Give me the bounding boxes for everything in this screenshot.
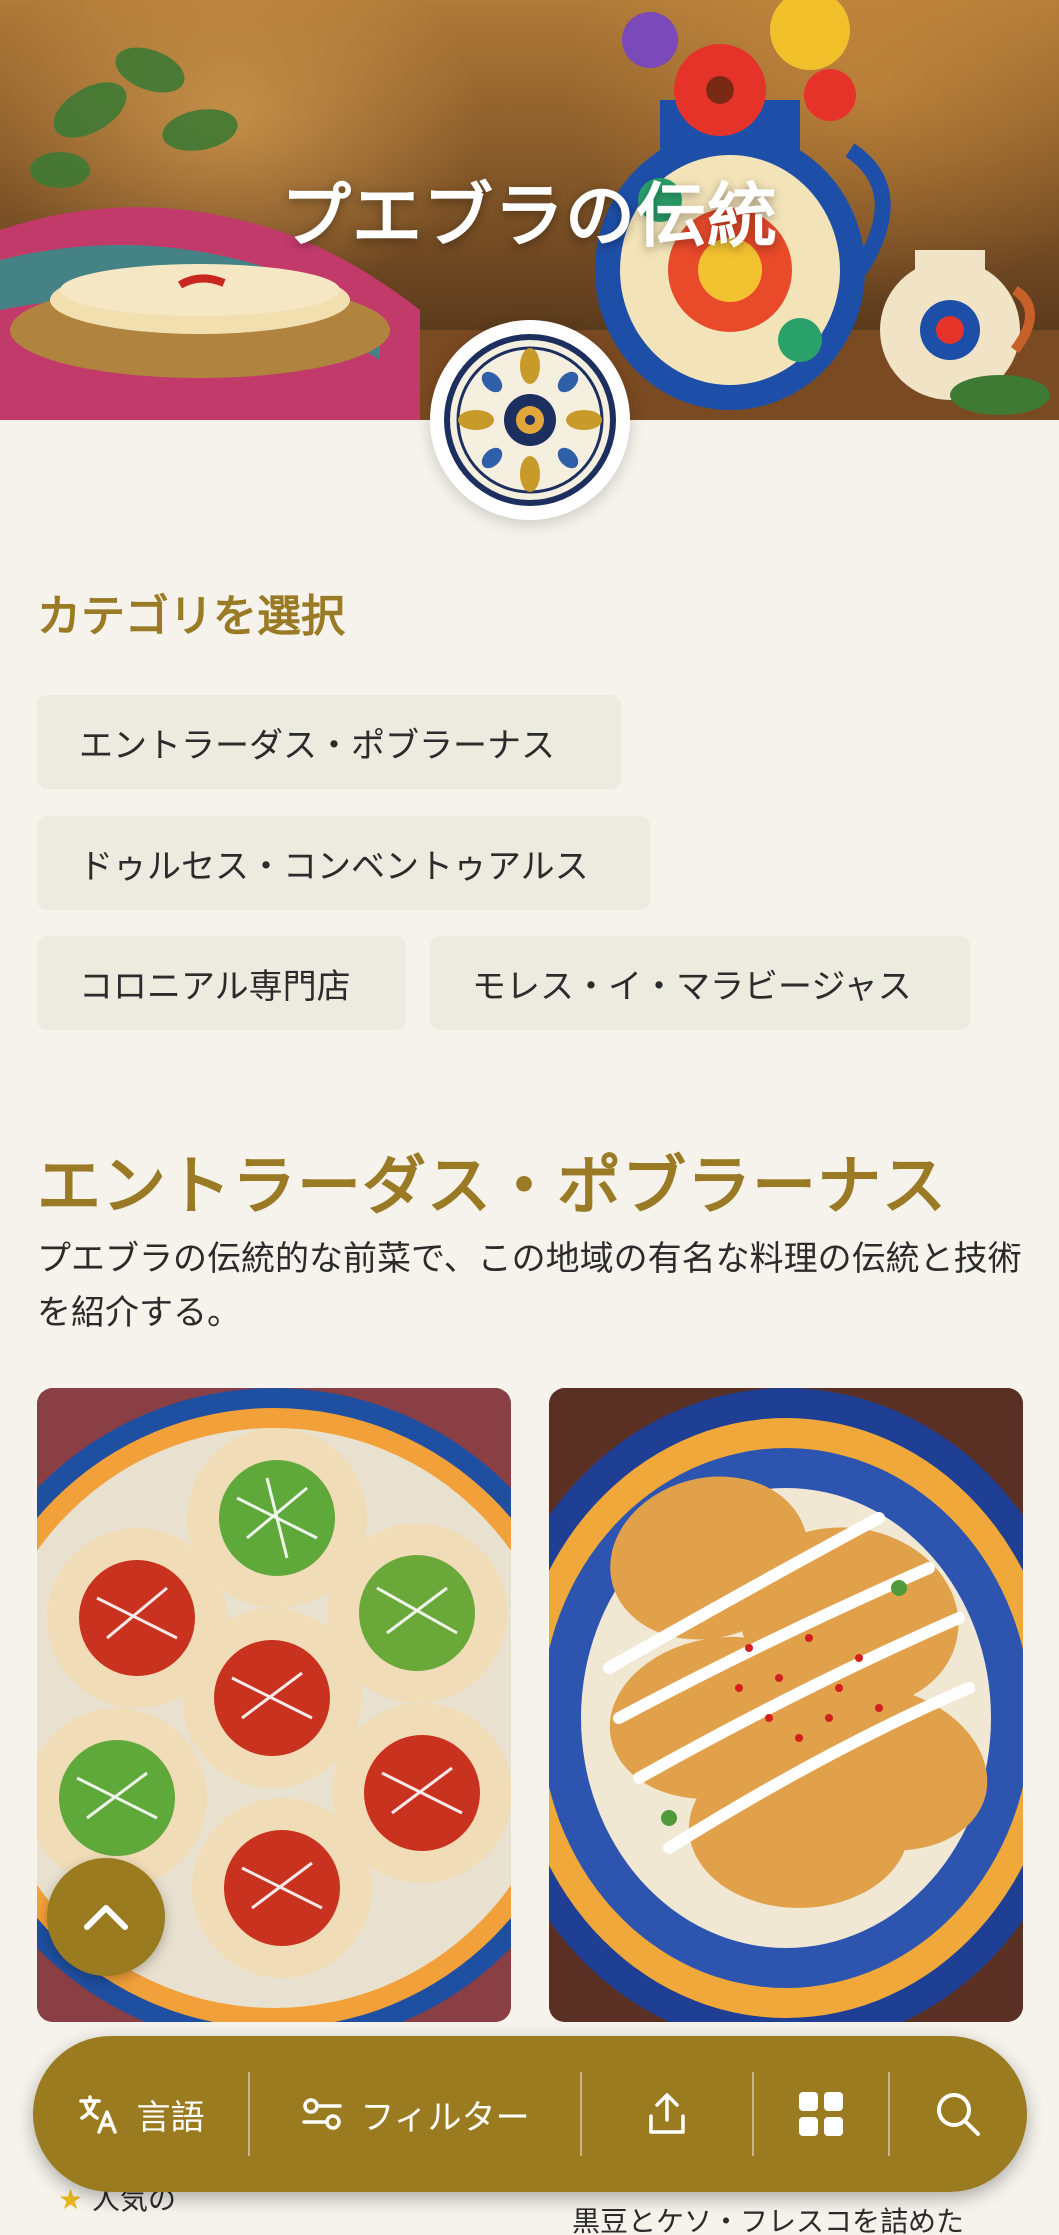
filter-label: フィルター (360, 2097, 530, 2138)
category-heading: カテゴリを選択 (37, 591, 345, 642)
language-label: 言語 (136, 2097, 205, 2138)
search-icon (936, 2093, 980, 2136)
filter-sliders-icon (302, 2098, 343, 2130)
hero-title: プエブラの伝統 (281, 175, 778, 257)
category-chip-moles[interactable]: モレス・イ・マラビージャス (430, 936, 970, 1030)
share-upload-icon (649, 2093, 685, 2134)
share-button[interactable] (582, 2036, 752, 2192)
dish-image-fritters (549, 1388, 1023, 2022)
translate-icon (78, 2095, 117, 2134)
grid-icon (799, 2092, 843, 2136)
language-button[interactable]: 言語 (33, 2036, 248, 2192)
section-title: エントラーダス・ポブラーナス (37, 1150, 947, 1224)
plate-pattern-icon (444, 334, 616, 506)
talavera-plate-logo (430, 320, 630, 520)
filter-button[interactable]: フィルター (250, 2036, 580, 2192)
bottom-toolbar: 言語 フィルター (33, 2036, 1027, 2192)
section-description: プエブラの伝統的な前菜で、この地域の有名な料理の伝統と技術を紹介する。 (37, 1239, 1022, 1333)
grid-view-button[interactable] (754, 2036, 888, 2192)
category-chip-colonial[interactable]: コロニアル専門店 (37, 936, 406, 1030)
category-chip-dulces[interactable]: ドゥルセス・コンベントゥアルス (37, 816, 650, 910)
category-chip-entradas[interactable]: エントラーダス・ポブラーナス (37, 695, 621, 789)
search-button[interactable] (890, 2036, 1025, 2192)
chevron-up-icon (84, 1905, 128, 1930)
scroll-to-top-button[interactable] (47, 1858, 165, 1976)
dish-card-right[interactable] (549, 1388, 1023, 2022)
card-right-caption: 黒豆とケソ・フレスコを詰めた (572, 2205, 965, 2235)
